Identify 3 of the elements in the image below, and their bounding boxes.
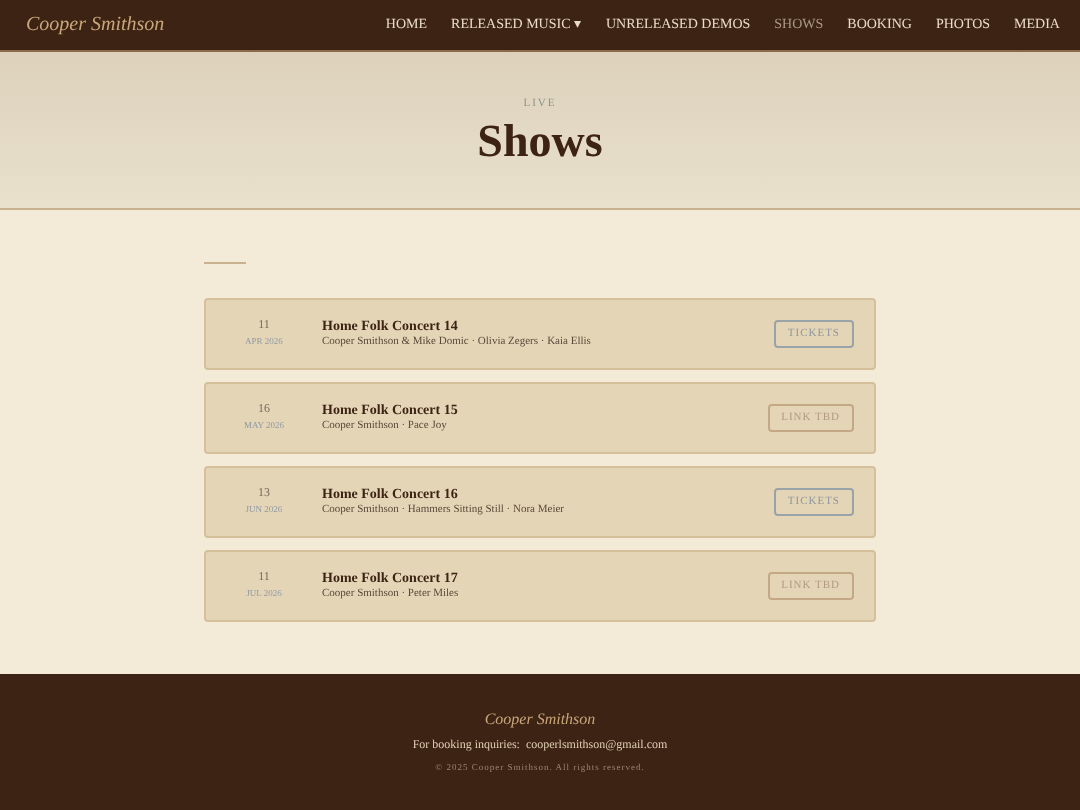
footer-name: Cooper Smithson (484, 708, 596, 733)
site-logo[interactable]: Cooper Smithson (26, 10, 165, 40)
page-title: Shows (477, 117, 603, 164)
